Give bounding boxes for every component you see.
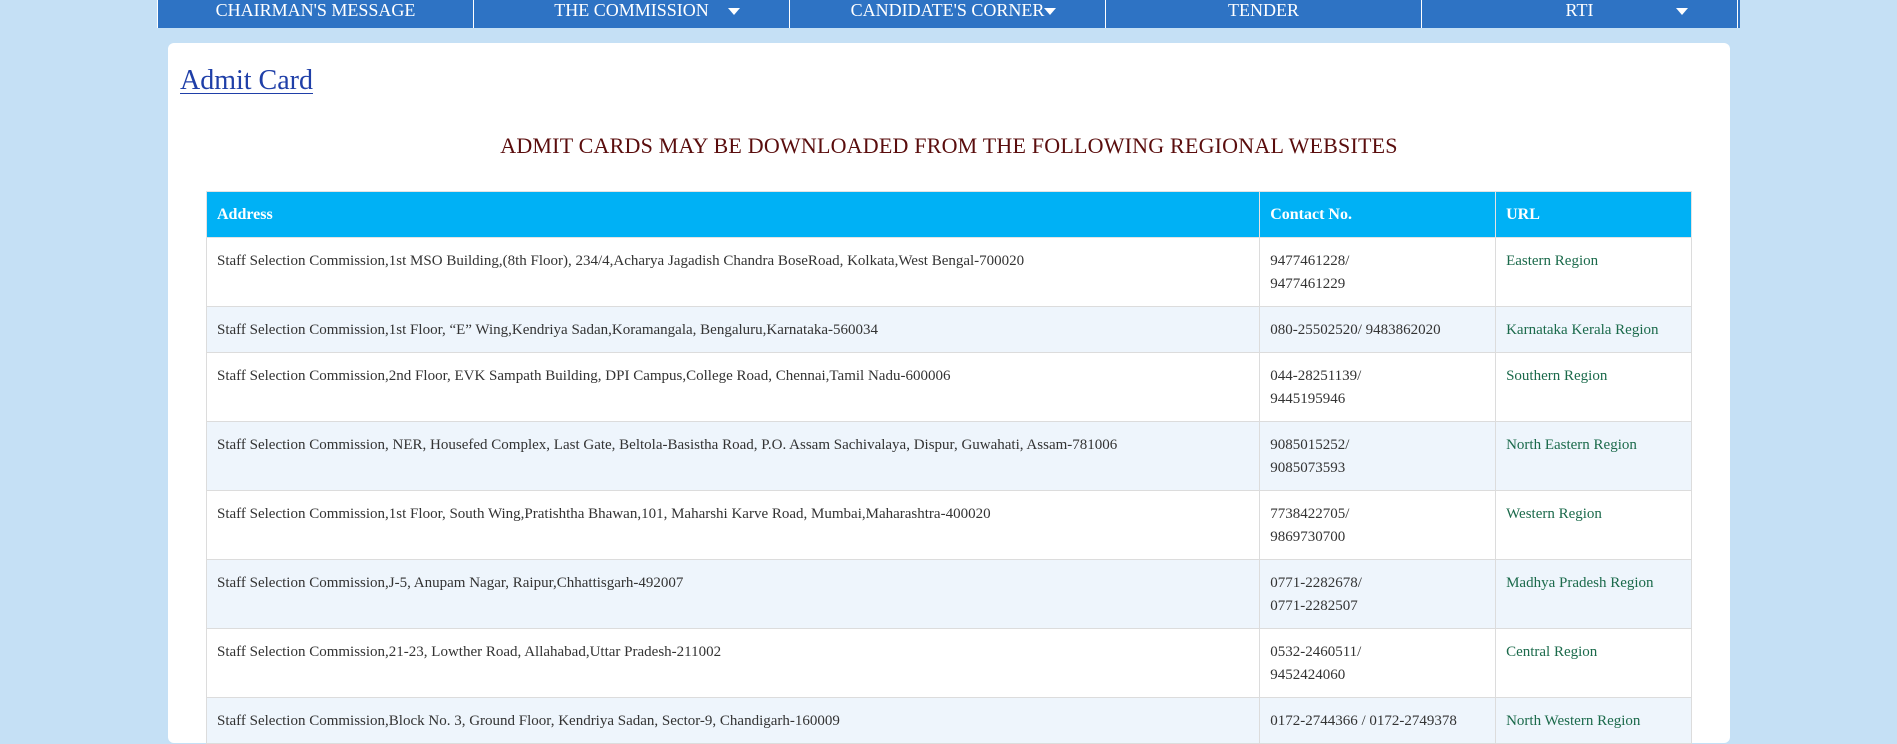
- column-header-url: URL: [1495, 191, 1692, 238]
- contact-cell: 0532-2460511/9452424060: [1259, 628, 1497, 698]
- caret-down-icon: [728, 8, 740, 15]
- nav-item-label: TENDER: [1228, 0, 1299, 20]
- contact-cell: 7738422705/9869730700: [1259, 490, 1497, 560]
- address-cell: Staff Selection Commission,1st MSO Build…: [205, 237, 1261, 307]
- content-card: Admit Card ADMIT CARDS MAY BE DOWNLOADED…: [168, 43, 1730, 744]
- table-row: Staff Selection Commission,1st Floor, “E…: [205, 306, 1692, 353]
- address-cell: Staff Selection Commission,1st Floor, So…: [205, 490, 1261, 560]
- address-cell: Staff Selection Commission,1st Floor, “E…: [205, 306, 1261, 353]
- nav-item-label: CHAIRMAN'S MESSAGE: [215, 0, 416, 20]
- caret-down-icon: [1676, 8, 1688, 15]
- table-row: Staff Selection Commission,Block No. 3, …: [205, 697, 1692, 744]
- region-link[interactable]: Southern Region: [1506, 368, 1607, 384]
- url-cell: Madhya Pradesh Region: [1495, 559, 1692, 629]
- contact-cell: 044-28251139/9445195946: [1259, 352, 1497, 422]
- contact-number: 9085073593: [1270, 460, 1346, 476]
- region-link[interactable]: Central Region: [1506, 644, 1597, 660]
- contact-number: 9085015252/: [1270, 437, 1350, 453]
- table-row: Staff Selection Commission,J-5, Anupam N…: [205, 559, 1692, 629]
- caret-down-icon: [1044, 8, 1056, 15]
- contact-number: 9477461228/: [1270, 253, 1350, 269]
- contact-number: 0532-2460511/: [1270, 644, 1362, 660]
- table-row: Staff Selection Commission,1st Floor, So…: [205, 490, 1692, 560]
- address-cell: Staff Selection Commission,J-5, Anupam N…: [205, 559, 1261, 629]
- contact-number: 9869730700: [1270, 529, 1346, 545]
- regional-websites-table: Address Contact No. URL Staff Selection …: [205, 191, 1692, 744]
- nav-item-the-commission[interactable]: THE COMMISSION: [473, 0, 789, 28]
- page-title-link[interactable]: Admit Card: [180, 65, 313, 97]
- url-cell: North Eastern Region: [1495, 421, 1692, 491]
- nav-item-rti[interactable]: RTI: [1421, 0, 1738, 28]
- page-subheading: ADMIT CARDS MAY BE DOWNLOADED FROM THE F…: [500, 133, 1398, 158]
- contact-cell: 080-25502520/ 9483862020: [1259, 306, 1497, 353]
- column-header-contact: Contact No.: [1259, 191, 1497, 238]
- top-navbar: CHAIRMAN'S MESSAGE THE COMMISSION CANDIDAT…: [0, 0, 1897, 28]
- contact-number: 9445195946: [1270, 391, 1346, 407]
- url-cell: North Western Region: [1495, 697, 1692, 744]
- table-row: Staff Selection Commission,21-23, Lowthe…: [205, 628, 1692, 698]
- contact-number: 0771-2282507: [1270, 598, 1358, 614]
- region-link[interactable]: Karnataka Kerala Region: [1506, 322, 1658, 338]
- url-cell: Southern Region: [1495, 352, 1692, 422]
- contact-cell: 0771-2282678/0771-2282507: [1259, 559, 1497, 629]
- nav-item-candidate-s-corner[interactable]: CANDIDATE'S CORNER: [789, 0, 1105, 28]
- contact-number: 9452424060: [1270, 667, 1346, 683]
- nav-item-label: THE COMMISSION: [554, 0, 709, 20]
- url-cell: Western Region: [1495, 490, 1692, 560]
- region-link[interactable]: North Eastern Region: [1506, 437, 1637, 453]
- contact-cell: 9477461228/9477461229: [1259, 237, 1497, 307]
- url-cell: Central Region: [1495, 628, 1692, 698]
- contact-cell: 9085015252/9085073593: [1259, 421, 1497, 491]
- nav-item-chairman-s-message[interactable]: CHAIRMAN'S MESSAGE: [157, 0, 473, 28]
- address-cell: Staff Selection Commission,2nd Floor, EV…: [205, 352, 1261, 422]
- address-cell: Staff Selection Commission,Block No. 3, …: [205, 697, 1261, 744]
- url-cell: Karnataka Kerala Region: [1495, 306, 1692, 353]
- nav-item-label: RTI: [1565, 0, 1594, 20]
- region-link[interactable]: Western Region: [1506, 506, 1602, 522]
- contact-number: 044-28251139/: [1270, 368, 1362, 384]
- nav-menu: CHAIRMAN'S MESSAGE THE COMMISSION CANDIDAT…: [157, 0, 1740, 28]
- contact-number: 7738422705/: [1270, 506, 1350, 522]
- table-row: Staff Selection Commission,2nd Floor, EV…: [205, 352, 1692, 422]
- address-cell: Staff Selection Commission,21-23, Lowthe…: [205, 628, 1261, 698]
- contact-number: 080-25502520/ 9483862020: [1270, 322, 1441, 338]
- url-cell: Eastern Region: [1495, 237, 1692, 307]
- table-row: Staff Selection Commission,1st MSO Build…: [205, 237, 1692, 307]
- region-link[interactable]: North Western Region: [1506, 713, 1640, 729]
- table-row: Staff Selection Commission, NER, Housefe…: [205, 421, 1692, 491]
- address-cell: Staff Selection Commission, NER, Housefe…: [205, 421, 1261, 491]
- nav-item-tender[interactable]: TENDER: [1105, 0, 1421, 28]
- contact-number: 0771-2282678/: [1270, 575, 1362, 591]
- contact-cell: 0172-2744366 / 0172-2749378: [1259, 697, 1497, 744]
- region-link[interactable]: Eastern Region: [1506, 253, 1598, 269]
- contact-number: 9477461229: [1270, 276, 1346, 292]
- column-header-address: Address: [205, 191, 1261, 238]
- nav-item-label: CANDIDATE'S CORNER: [850, 0, 1045, 20]
- region-link[interactable]: Madhya Pradesh Region: [1506, 575, 1653, 591]
- table-header-row: Address Contact No. URL: [205, 191, 1692, 238]
